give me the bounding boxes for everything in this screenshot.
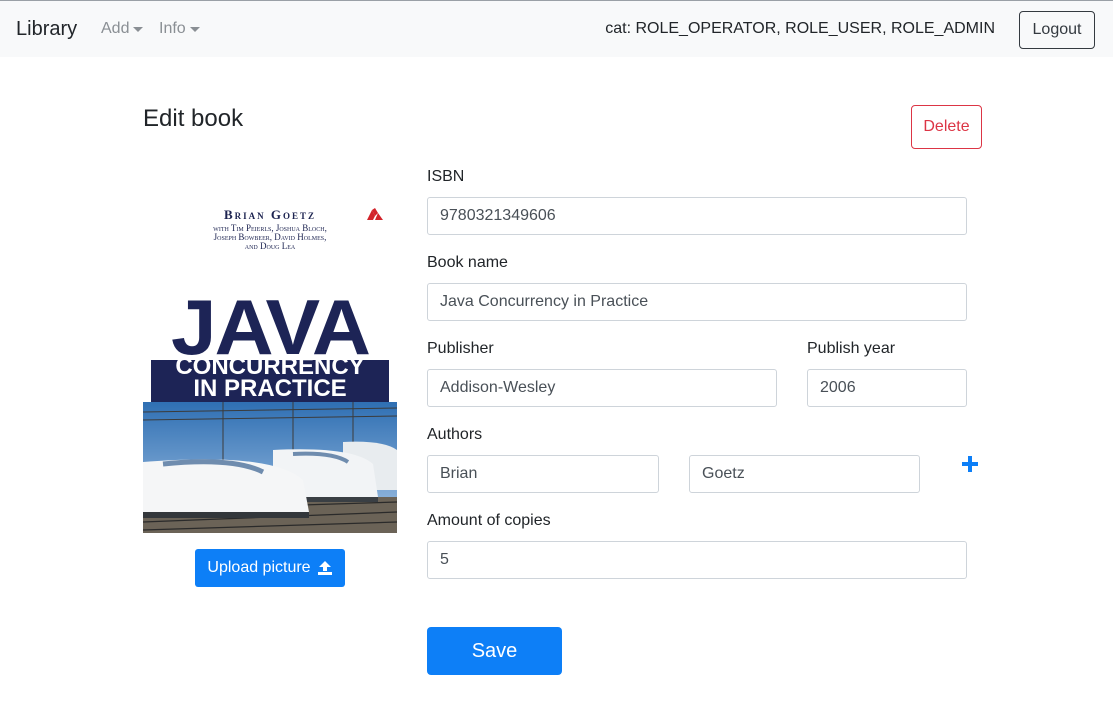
author-last-name-input[interactable] — [689, 455, 920, 493]
cover-title-sub: CONCURRENCY IN PRACTICE — [143, 355, 397, 402]
copies-input[interactable] — [427, 541, 967, 579]
cover-author: Brian Goetz — [223, 207, 317, 222]
cover-coauthors-line: and Doug Lea — [244, 241, 296, 251]
nav-menu-info-label: Info — [159, 20, 186, 37]
upload-picture-button[interactable]: Upload picture — [195, 549, 345, 587]
add-author-plus-icon[interactable] — [961, 454, 979, 474]
upload-icon — [317, 561, 332, 575]
book-cover-image: Brian Goetz with Tim Peierls, Joshua Blo… — [143, 180, 397, 533]
book-name-label: Book name — [427, 254, 508, 271]
publish-year-input[interactable] — [807, 369, 967, 407]
caret-down-icon — [189, 26, 200, 32]
publish-year-label: Publish year — [807, 340, 896, 357]
cover-coauthors: with Tim Peierls, Joshua Bloch, Joseph B… — [143, 224, 397, 251]
copies-label: Amount of copies — [427, 512, 551, 529]
page-title: Edit book — [143, 105, 244, 132]
book-name-input[interactable] — [427, 283, 967, 321]
publisher-input[interactable] — [427, 369, 777, 407]
publisher-label: Publisher — [427, 340, 494, 357]
navbar-brand[interactable]: Library — [16, 18, 77, 41]
logout-button[interactable]: Logout — [1019, 11, 1095, 49]
nav-menu-info[interactable]: Info — [159, 20, 200, 38]
delete-button[interactable]: Delete — [911, 105, 982, 149]
nav-menu-add-label: Add — [101, 20, 130, 37]
cover-title-sub-line: IN PRACTICE — [193, 375, 347, 402]
publisher-logo-icon — [367, 208, 383, 220]
upload-picture-label: Upload picture — [207, 559, 311, 576]
save-button[interactable]: Save — [427, 627, 562, 675]
user-roles-text: cat: ROLE_OPERATOR, ROLE_USER, ROLE_ADMI… — [605, 20, 995, 37]
cover-title-main: JAVA — [171, 283, 371, 371]
isbn-label: ISBN — [427, 168, 465, 185]
nav-menu-add[interactable]: Add — [101, 20, 144, 38]
cover-train-illustration — [143, 402, 397, 533]
author-first-name-input[interactable] — [427, 455, 659, 493]
authors-label: Authors — [427, 426, 483, 443]
navbar: Library Add Info cat: ROLE_OPERATOR, ROL… — [0, 0, 1113, 57]
caret-down-icon — [133, 26, 144, 32]
isbn-input[interactable] — [427, 197, 967, 235]
